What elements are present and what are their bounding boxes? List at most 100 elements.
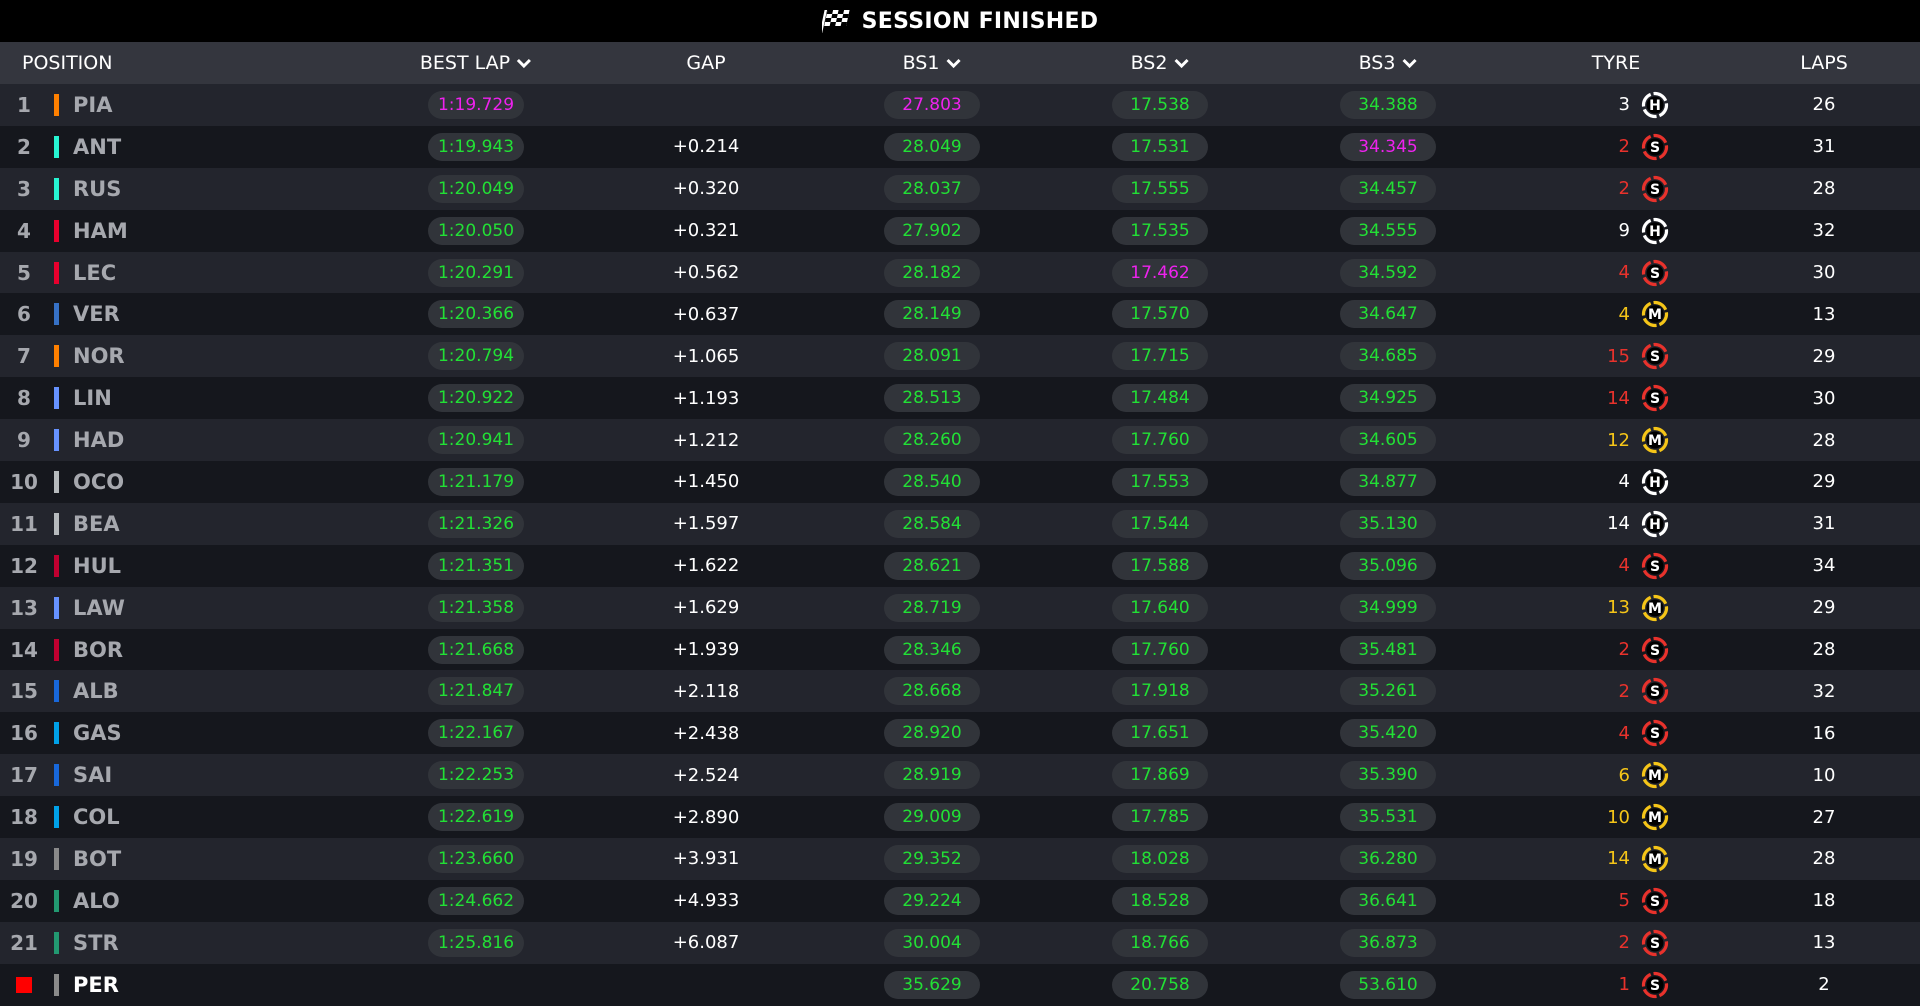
best-lap-cell: 1:19.729 xyxy=(428,84,524,126)
laps-cell: 18 xyxy=(1812,890,1836,912)
svg-text:S: S xyxy=(1650,391,1660,407)
svg-text:S: S xyxy=(1650,140,1660,156)
position-cell xyxy=(6,964,42,1006)
bs1-cell: 28.920 xyxy=(884,712,980,754)
col-position[interactable]: POSITION xyxy=(22,42,112,84)
table-row[interactable]: 6 VER 1:20.366 +0.637 28.149 17.570 34.647 4 M 13 xyxy=(0,293,1920,336)
best-lap-time: 1:21.326 xyxy=(428,509,524,538)
best-lap-time: 1:19.943 xyxy=(428,132,524,161)
table-row[interactable]: 13 LAW 1:21.358 +1.629 28.719 17.640 34.999 13 M… xyxy=(0,586,1920,629)
best-lap-time: 1:22.167 xyxy=(428,719,524,748)
bs3-time: 34.999 xyxy=(1340,593,1436,622)
col-best-lap[interactable]: BEST LAP xyxy=(420,42,532,84)
tyre-cell: 6M xyxy=(1590,754,1670,796)
tyre-age: 6 xyxy=(1618,764,1630,786)
col-gap[interactable]: GAP xyxy=(686,42,725,84)
laps-cell: 31 xyxy=(1812,136,1836,158)
bs3-time: 35.420 xyxy=(1340,719,1436,748)
col-bs1-label: BS1 xyxy=(902,52,940,74)
table-row[interactable]: 10 OCO 1:21.179 +1.450 28.540 17.553 34.877 4 H 2… xyxy=(0,461,1920,503)
col-bs2[interactable]: BS2 xyxy=(1131,42,1190,84)
svg-text:M: M xyxy=(1648,308,1662,324)
bs1-time: 28.037 xyxy=(884,174,980,203)
table-row[interactable]: 15 ALB 1:21.847 +2.118 28.668 17.918 35.261 2 S 3… xyxy=(0,670,1920,713)
bs3-cell: 35.481 xyxy=(1340,629,1436,671)
gap-cell: +3.931 xyxy=(672,848,740,870)
bs1-time: 29.224 xyxy=(884,886,980,915)
bs1-time: 35.629 xyxy=(884,970,980,999)
tyre-age: 3 xyxy=(1618,94,1630,116)
driver-code: COL xyxy=(73,805,120,830)
svg-text:H: H xyxy=(1649,98,1661,114)
svg-text:S: S xyxy=(1650,266,1660,282)
driver-code: ALB xyxy=(73,679,119,704)
table-row[interactable]: PER 35.629 20.758 53.610 1 S 2 xyxy=(0,963,1920,1006)
laps-cell: 30 xyxy=(1812,262,1836,283)
table-row[interactable]: 8 LIN 1:20.922 +1.193 28.513 17.484 34.925 14 S 3… xyxy=(0,377,1920,420)
table-row[interactable]: 7 NOR 1:20.794 +1.065 28.091 17.715 34.685 15 S 2… xyxy=(0,335,1920,378)
col-tyre[interactable]: TYRE xyxy=(1592,42,1640,84)
bs1-cell: 28.540 xyxy=(884,461,980,503)
table-row[interactable]: 12 HUL 1:21.351 +1.622 28.621 17.588 35.096 4 S 3… xyxy=(0,544,1920,587)
tyre-compound-icon: S xyxy=(1640,718,1670,748)
position-cell: 21 xyxy=(10,930,38,955)
svg-text:H: H xyxy=(1649,224,1661,240)
gap-cell: +0.320 xyxy=(672,178,740,200)
table-row[interactable]: 1 PIA 1:19.729 27.803 17.538 34.388 3 H 26 xyxy=(0,84,1920,126)
tyre-cell: 4S xyxy=(1590,545,1670,587)
col-laps[interactable]: LAPS xyxy=(1800,42,1848,84)
table-row[interactable]: 14 BOR 1:21.668 +1.939 28.346 17.760 35.481 2 S 2… xyxy=(0,628,1920,671)
bs2-cell: 17.553 xyxy=(1112,461,1208,503)
gap-cell: +6.087 xyxy=(672,932,740,954)
best-lap-time: 1:20.049 xyxy=(428,174,524,203)
bs2-time: 18.028 xyxy=(1112,844,1208,873)
col-bs1[interactable]: BS1 xyxy=(903,42,962,84)
classification-table: 1 PIA 1:19.729 27.803 17.538 34.388 3 H 26 2 ANT 1:… xyxy=(0,84,1920,1006)
table-row[interactable]: 20 ALO 1:24.662 +4.933 29.224 18.528 36.641 5 S 1… xyxy=(0,879,1920,922)
bs1-time: 29.009 xyxy=(884,803,980,832)
tyre-compound-icon: M xyxy=(1640,760,1670,790)
team-color-bar xyxy=(54,293,59,335)
tyre-cell: 4S xyxy=(1590,252,1670,294)
tyre-cell: 2S xyxy=(1590,168,1670,210)
driver-code: GAS xyxy=(73,721,122,746)
laps-cell: 28 xyxy=(1812,178,1836,200)
bs1-cell: 28.668 xyxy=(884,670,980,712)
svg-text:S: S xyxy=(1650,685,1660,701)
bs1-time: 27.902 xyxy=(884,216,980,245)
bs1-cell: 27.803 xyxy=(884,84,980,126)
col-bs3[interactable]: BS3 xyxy=(1359,42,1418,84)
bs1-time: 28.513 xyxy=(884,384,980,413)
best-lap-cell: 1:20.291 xyxy=(428,252,524,294)
position-cell: 15 xyxy=(10,679,38,704)
bs3-cell: 53.610 xyxy=(1340,964,1436,1006)
table-row[interactable]: 11 BEA 1:21.326 +1.597 28.584 17.544 35.130 14 H… xyxy=(0,502,1920,545)
table-row[interactable]: 5 LEC 1:20.291 +0.562 28.182 17.462 34.592 4 S 30 xyxy=(0,251,1920,294)
gap-cell: +2.524 xyxy=(672,764,740,786)
chevron-down-icon xyxy=(1401,57,1417,69)
table-row[interactable]: 4 HAM 1:20.050 +0.321 27.902 17.535 34.555 9 H 32 xyxy=(0,209,1920,252)
driver-code: BEA xyxy=(73,511,120,536)
table-row[interactable]: 3 RUS 1:20.049 +0.320 28.037 17.555 34.457 2 S 28 xyxy=(0,167,1920,210)
table-row[interactable]: 16 GAS 1:22.167 +2.438 28.920 17.651 35.420 4 S 1… xyxy=(0,712,1920,755)
table-row[interactable]: 18 COL 1:22.619 +2.890 29.009 17.785 35.531 10 M… xyxy=(0,796,1920,839)
bs3-cell: 35.096 xyxy=(1340,545,1436,587)
table-row[interactable]: 9 HAD 1:20.941 +1.212 28.260 17.760 34.605 12 M 2… xyxy=(0,419,1920,462)
table-row[interactable]: 21 STR 1:25.816 +6.087 30.004 18.766 36.873 2 S 1… xyxy=(0,921,1920,964)
tyre-compound-icon: H xyxy=(1640,90,1670,120)
tyre-cell: 1S xyxy=(1590,964,1670,1006)
bs2-cell: 18.528 xyxy=(1112,880,1208,922)
bs3-time: 34.345 xyxy=(1340,132,1436,161)
table-row[interactable]: 17 SAI 1:22.253 +2.524 28.919 17.869 35.390 6 M 1… xyxy=(0,754,1920,797)
driver-code: SAI xyxy=(73,763,113,788)
tyre-age: 14 xyxy=(1607,848,1630,870)
bs2-cell: 17.544 xyxy=(1112,503,1208,545)
table-row[interactable]: 19 BOT 1:23.660 +3.931 29.352 18.028 36.280 14 M… xyxy=(0,838,1920,880)
bs2-cell: 18.766 xyxy=(1112,922,1208,964)
bs3-time: 53.610 xyxy=(1340,970,1436,999)
position-cell: 20 xyxy=(10,888,38,913)
tyre-age: 12 xyxy=(1607,429,1630,451)
best-lap-time: 1:20.291 xyxy=(428,258,524,287)
position-cell: 3 xyxy=(17,176,31,201)
table-row[interactable]: 2 ANT 1:19.943 +0.214 28.049 17.531 34.345 2 S 31 xyxy=(0,125,1920,168)
